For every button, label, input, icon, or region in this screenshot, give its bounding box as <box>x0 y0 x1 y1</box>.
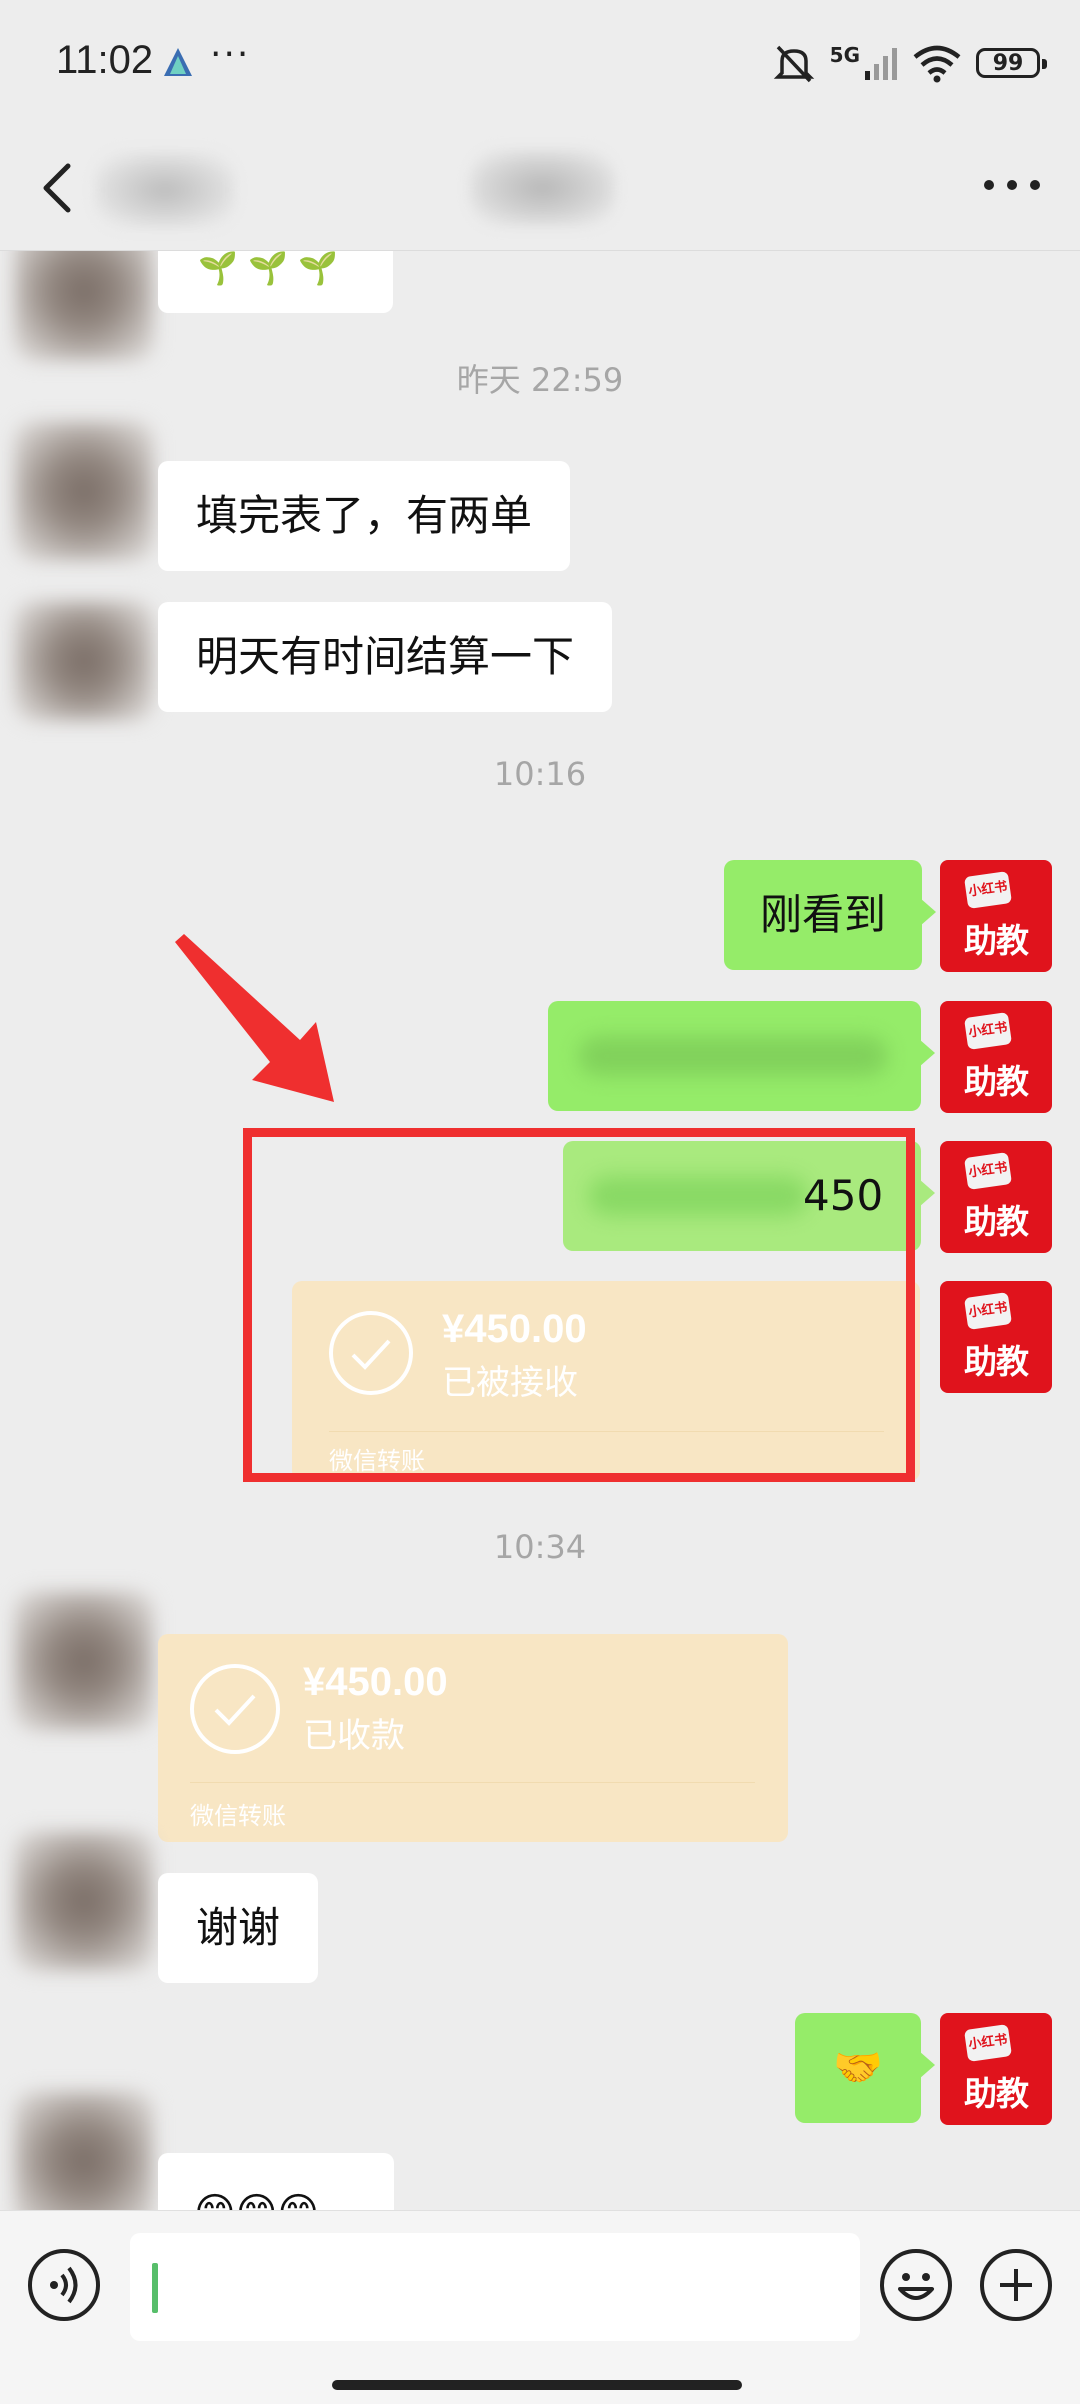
timestamp: 昨天 22:59 <box>456 361 624 399</box>
divider <box>190 1782 755 1783</box>
my-avatar[interactable]: 小红书 助教 <box>940 1281 1052 1393</box>
message-input[interactable] <box>130 2233 860 2341</box>
battery-icon: 99 <box>976 48 1047 78</box>
message-bubble-right-emoji[interactable]: 🤝 <box>795 2013 935 2123</box>
my-avatar[interactable]: 小红书 助教 <box>940 860 1052 972</box>
ellipsis-icon[interactable] <box>984 180 1040 194</box>
blurred-text <box>578 1036 888 1076</box>
timestamp: 10:16 <box>493 755 587 793</box>
plus-icon[interactable] <box>980 2249 1052 2321</box>
status-icons: 5G 99 <box>772 38 1047 88</box>
message-bubble-left[interactable]: 明天有时间结算一下 <box>158 602 613 712</box>
contact-avatar[interactable] <box>14 421 154 561</box>
my-avatar[interactable]: 小红书 助教 <box>940 2013 1052 2125</box>
blurred-chat-title <box>470 150 615 226</box>
my-avatar[interactable]: 小红书 助教 <box>940 1001 1052 1113</box>
annotation-arrow <box>175 934 334 1102</box>
voice-icon[interactable] <box>28 2249 100 2321</box>
message-bubble-left[interactable]: 谢谢 <box>158 1873 319 1983</box>
app-notification-icon <box>164 48 192 76</box>
check-circle-icon <box>190 1664 280 1754</box>
home-indicator[interactable] <box>332 2380 742 2390</box>
status-time: 11:02 <box>56 38 154 82</box>
my-avatar[interactable]: 小红书 助教 <box>940 1141 1052 1253</box>
message-bubble-left[interactable]: 🌱 🌱 🌱 <box>158 251 393 313</box>
status-more-notifications: ··· <box>210 34 251 75</box>
contact-avatar[interactable] <box>14 2091 154 2210</box>
message-bubble-left[interactable]: 填完表了，有两单 <box>158 461 571 571</box>
wechat-transfer-card[interactable]: ¥450.00 已收款 微信转账 <box>158 1634 788 1842</box>
mute-icon <box>773 45 814 83</box>
blurred-contact-name <box>95 152 235 228</box>
chevron-left-icon[interactable] <box>38 158 78 218</box>
signal-icon <box>865 48 897 80</box>
contact-avatar[interactable] <box>14 251 154 361</box>
network-type-label: 5G <box>829 43 860 67</box>
contact-avatar[interactable] <box>14 601 154 721</box>
message-bubble-right[interactable]: 刚看到 <box>723 860 937 970</box>
chat-header <box>0 130 1080 251</box>
annotation-highlight-box <box>243 1128 915 1482</box>
input-bar <box>0 2210 1080 2404</box>
smiley-icon[interactable] <box>880 2249 952 2321</box>
wifi-icon <box>913 45 961 83</box>
status-bar: 11:02 ··· 5G 99 <box>0 0 1080 130</box>
transfer-amount: ¥450.00 <box>303 1660 448 1704</box>
transfer-status: 已收款 <box>303 1716 405 1756</box>
contact-avatar[interactable] <box>14 1831 154 1971</box>
transfer-label: 微信转账 <box>190 1802 286 1830</box>
message-bubble-left[interactable]: 😁😁😁 <box>158 2153 394 2210</box>
message-bubble-right-blurred[interactable] <box>548 1001 935 1111</box>
timestamp: 10:34 <box>493 1528 587 1566</box>
contact-avatar[interactable] <box>14 1591 154 1731</box>
text-cursor <box>152 2263 158 2313</box>
